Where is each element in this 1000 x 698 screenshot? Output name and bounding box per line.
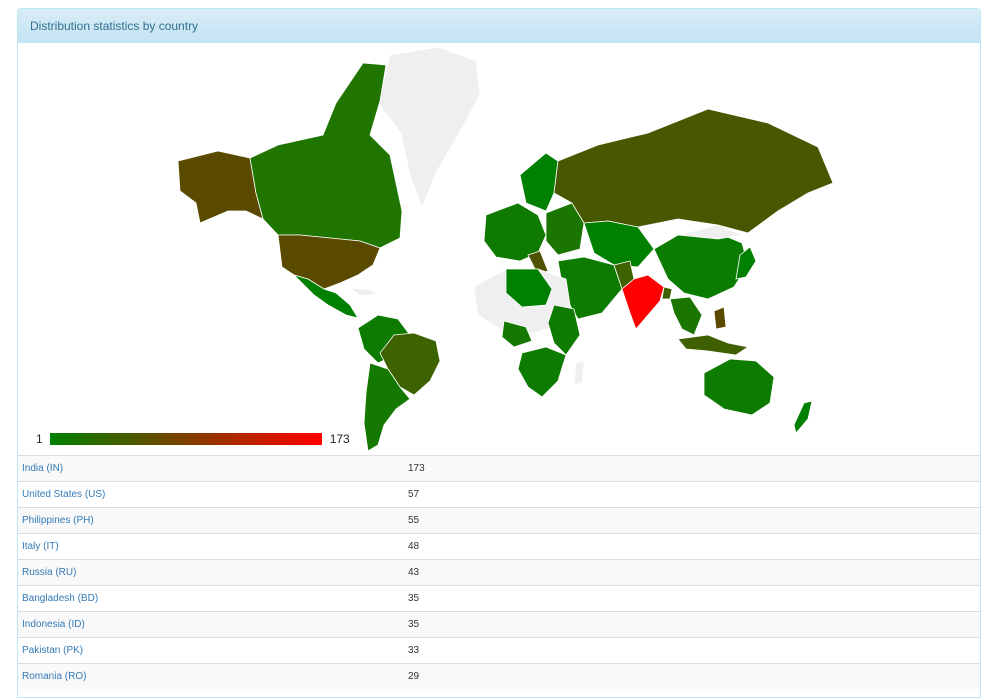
country-australia[interactable] [703,358,775,416]
country-link[interactable]: Russia (RU) [18,559,404,586]
table-row: Italy (IT) 48 [18,533,980,560]
country-east-africa[interactable] [547,304,581,356]
country-link[interactable]: Philippines (PH) [18,507,404,534]
country-count: 35 [404,611,980,638]
country-link[interactable]: India (IN) [18,455,404,482]
country-count: 29 [404,663,980,689]
table-row: Pakistan (PK) 33 [18,637,980,664]
world-map: 1 173 [18,43,980,455]
country-link[interactable]: Pakistan (PK) [18,637,404,664]
country-count: 173 [404,455,980,482]
country-scandinavia[interactable] [519,152,559,212]
country-count: 55 [404,507,980,534]
country-link[interactable]: Bangladesh (BD) [18,585,404,612]
table-row: Bangladesh (BD) 35 [18,585,980,612]
table-row: Indonesia (ID) 35 [18,611,980,638]
country-count: 35 [404,585,980,612]
country-link[interactable]: Indonesia (ID) [18,611,404,638]
country-southeast-asia[interactable] [669,296,703,336]
table-row: United States (US) 57 [18,481,980,508]
color-legend: 1 173 [36,431,350,447]
panel-title: Distribution statistics by country [18,9,980,43]
country-canada[interactable] [249,62,403,249]
table-row: Russia (RU) 43 [18,559,980,586]
country-indonesia[interactable] [677,334,750,356]
country-count: 33 [404,637,980,664]
country-usa[interactable] [277,234,381,290]
table-row: Romania (RO) 29 [18,663,980,689]
country-south-africa[interactable] [517,346,567,398]
country-philippines[interactable] [713,306,727,330]
world-map-svg [177,46,834,452]
legend-min-label: 1 [36,432,43,446]
country-stats-table: India (IN) 173 United States (US) 57 Philipp… [18,455,980,689]
country-link[interactable]: Italy (IT) [18,533,404,560]
legend-max-label: 173 [329,432,350,446]
country-new-zealand[interactable] [793,400,813,434]
country-caribbean[interactable] [348,287,380,296]
country-link[interactable]: Romania (RO) [18,663,404,689]
table-row: India (IN) 173 [18,455,980,482]
country-link[interactable]: United States (US) [18,481,404,508]
distribution-panel: Distribution statistics by country 1 173… [17,8,981,698]
country-count: 57 [404,481,980,508]
legend-gradient-bar [49,433,322,445]
country-bangladesh[interactable] [661,286,673,300]
table-row: Philippines (PH) 55 [18,507,980,534]
country-madagascar[interactable] [573,360,585,386]
country-count: 48 [404,533,980,560]
country-russia[interactable] [553,108,834,234]
country-count: 43 [404,559,980,586]
